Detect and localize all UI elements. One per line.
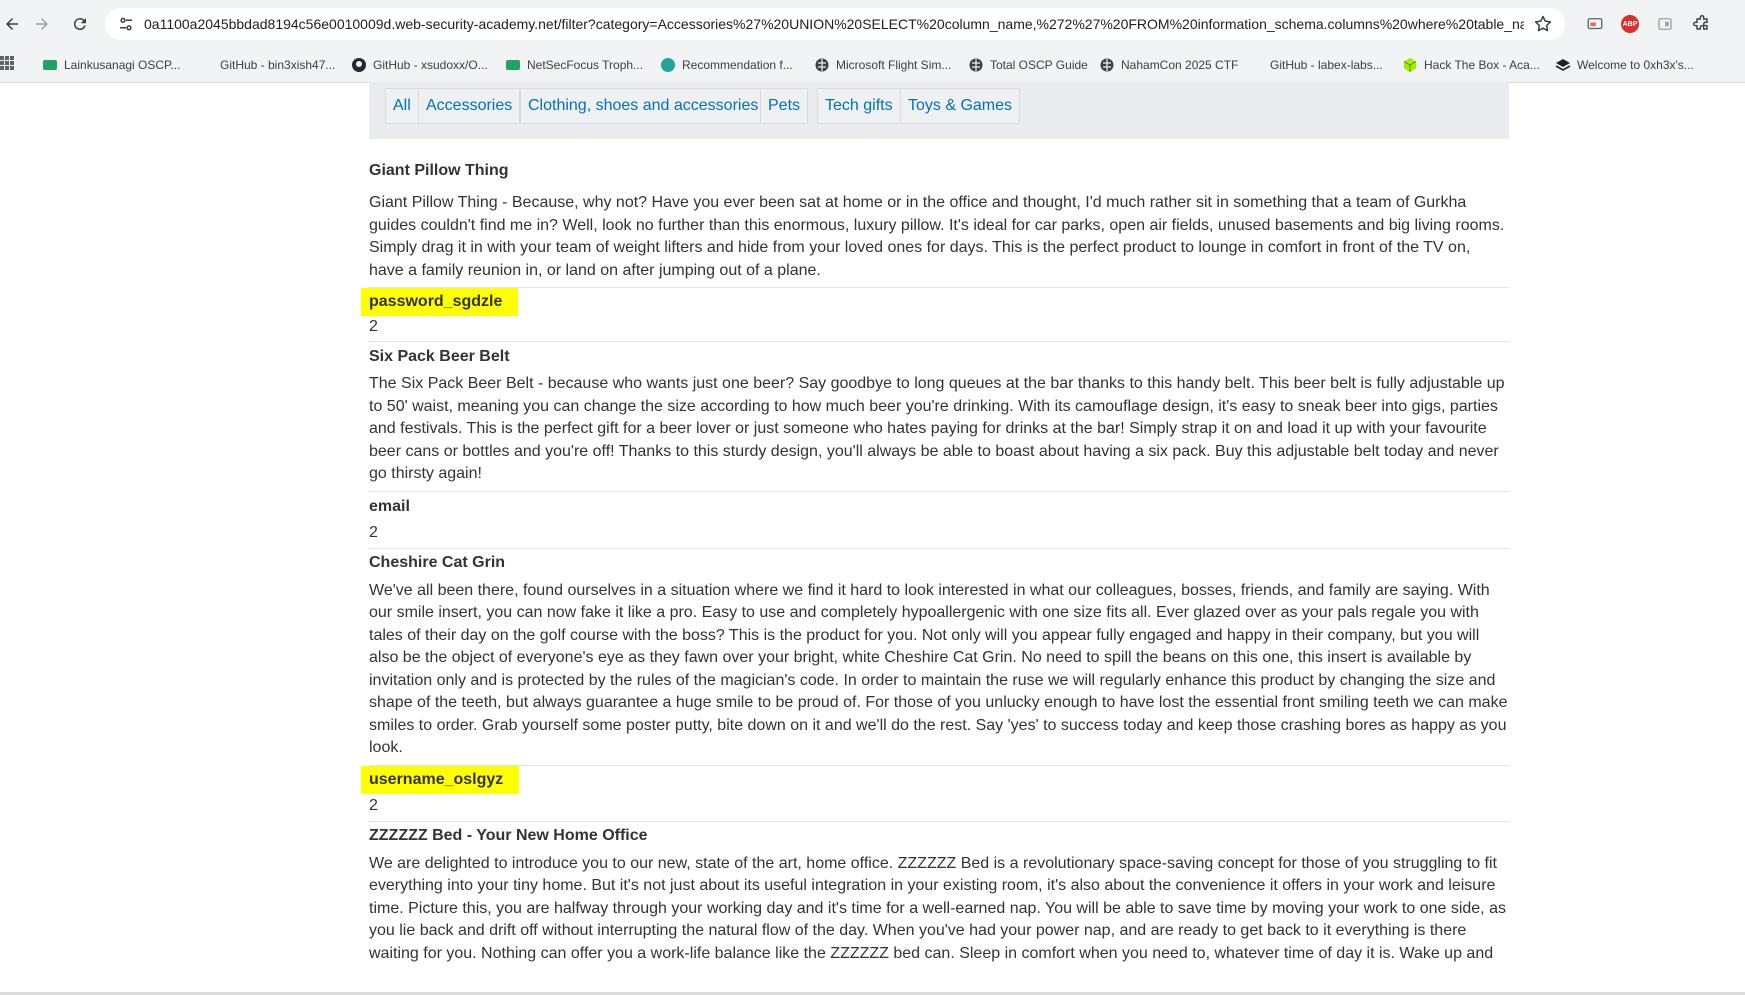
filter-toys-games[interactable]: Toys & Games bbox=[900, 88, 1021, 124]
adblock-extension[interactable]: ABP bbox=[1620, 14, 1640, 34]
table-row: ZZZZZZ Bed - Your New Home Office We are… bbox=[369, 822, 1509, 966]
row-title: Cheshire Cat Grin bbox=[369, 553, 506, 571]
row-title: ZZZZZZ Bed - Your New Home Office bbox=[369, 826, 648, 844]
site-info-icon[interactable] bbox=[117, 15, 135, 33]
bookmark-item[interactable]: GitHub - labex-labs... bbox=[1270, 48, 1383, 82]
globe-icon bbox=[1099, 57, 1115, 73]
reload-icon bbox=[73, 18, 86, 31]
highlight-marker: username_oslgyz bbox=[361, 765, 520, 794]
globe-icon bbox=[968, 57, 984, 73]
row-description: The Six Pack Beer Belt - because who wan… bbox=[369, 375, 1505, 482]
table-row: Giant Pillow Thing Giant Pillow Thing - … bbox=[369, 162, 1509, 282]
bookmark-item[interactable]: Welcome to 0xh3x's... bbox=[1555, 48, 1694, 82]
row-value: 2 bbox=[369, 796, 378, 814]
row-value: 2 bbox=[369, 523, 378, 541]
back-button[interactable] bbox=[0, 12, 24, 36]
bookmark-item[interactable]: Total OSCP Guide bbox=[968, 48, 1088, 82]
bookmark-item[interactable]: NahamCon 2025 CTF bbox=[1099, 48, 1238, 82]
table-row: Cheshire Cat Grin We've all been there, … bbox=[369, 549, 1509, 760]
row-description: We've all been there, found ourselves in… bbox=[369, 581, 1508, 757]
arrow-left-icon bbox=[6, 18, 18, 30]
bookmark-item[interactable]: GitHub - xsudoxx/O... bbox=[351, 48, 488, 82]
row-description: We are delighted to introduce you to our… bbox=[369, 854, 1506, 962]
puzzle-icon bbox=[1693, 15, 1708, 30]
category-filter-bar: All Accessories Clothing, shoes and acce… bbox=[369, 82, 1509, 139]
row-title-highlighted: username_oslgyz bbox=[361, 765, 1509, 794]
reload-button[interactable] bbox=[68, 12, 92, 36]
bookmark-item[interactable]: Microsoft Flight Sim... bbox=[814, 48, 951, 82]
address-bar[interactable]: 0a1100a2045bbdad8194c56e0010009d.web-sec… bbox=[105, 8, 1565, 40]
row-title: email bbox=[369, 497, 410, 515]
htb-cube-icon bbox=[1402, 57, 1418, 73]
apps-grid-icon[interactable] bbox=[0, 56, 14, 70]
highlight-marker: password_sgdzle bbox=[361, 288, 519, 316]
abp-icon: ABP bbox=[1621, 15, 1639, 33]
layers-icon bbox=[1555, 57, 1571, 73]
filter-clothing[interactable]: Clothing, shoes and accessories bbox=[520, 88, 767, 124]
github-icon bbox=[351, 57, 367, 73]
bookmark-item[interactable]: NetSecFocus Troph... bbox=[505, 48, 643, 82]
table-row: username_oslgyz 2 bbox=[361, 765, 1509, 815]
bookmarks-bar: Lainkusanagi OSCP... GitHub - bin3xish47… bbox=[0, 48, 1745, 83]
bookmark-item[interactable]: GitHub - bin3xish47... bbox=[220, 48, 335, 82]
browser-toolbar: 0a1100a2045bbdad8194c56e0010009d.web-sec… bbox=[0, 0, 1745, 48]
row-value: 2 bbox=[369, 318, 378, 335]
forward-button[interactable] bbox=[30, 12, 54, 36]
extensions-button[interactable] bbox=[1692, 14, 1712, 34]
bookmark-green-icon bbox=[505, 57, 521, 73]
bookmark-item[interactable]: Hack The Box - Aca... bbox=[1402, 48, 1540, 82]
bookmark-green-icon bbox=[42, 57, 58, 73]
filter-all[interactable]: All bbox=[385, 88, 419, 124]
bookmark-item[interactable]: Recommendation f... bbox=[660, 48, 793, 82]
row-description: Giant Pillow Thing - Because, why not? H… bbox=[369, 194, 1505, 279]
sidepanel-icon bbox=[1658, 18, 1672, 30]
row-title: Six Pack Beer Belt bbox=[369, 348, 510, 365]
row-title: Giant Pillow Thing bbox=[369, 162, 509, 179]
table-row: Six Pack Beer Belt The Six Pack Beer Bel… bbox=[369, 342, 1509, 486]
filter-pets[interactable]: Pets bbox=[760, 88, 809, 124]
row-title-highlighted: password_sgdzle bbox=[361, 288, 1509, 316]
filter-tech-gifts[interactable]: Tech gifts bbox=[817, 88, 901, 124]
bookmark-item[interactable]: Lainkusanagi OSCP... bbox=[42, 48, 181, 82]
arrow-right-icon bbox=[36, 18, 48, 30]
star-icon[interactable] bbox=[1533, 14, 1553, 34]
cast-extension[interactable] bbox=[1585, 14, 1605, 34]
globe-icon bbox=[814, 57, 830, 73]
table-row: password_sgdzle 2 bbox=[361, 288, 1509, 336]
url-text[interactable]: 0a1100a2045bbdad8194c56e0010009d.web-sec… bbox=[144, 8, 1524, 40]
teal-circle-icon bbox=[660, 57, 676, 73]
filter-accessories[interactable]: Accessories bbox=[418, 88, 521, 124]
results-table: Giant Pillow Thing Giant Pillow Thing - … bbox=[361, 162, 1509, 966]
sidepanel-extension[interactable] bbox=[1655, 14, 1675, 34]
cast-icon bbox=[1587, 18, 1603, 30]
table-row: email 2 bbox=[369, 492, 1509, 542]
